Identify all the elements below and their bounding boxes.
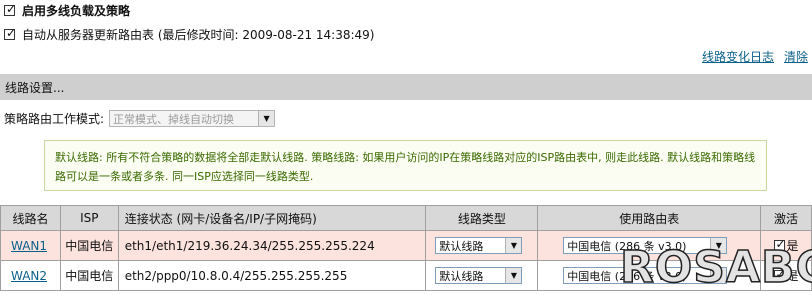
status-cell: eth1/eth1/219.36.24.34/255.255.255.224 [117, 230, 427, 261]
section-title: 线路设置... [5, 80, 65, 95]
chevron-down-icon: ▼ [258, 111, 275, 126]
line-type-value: 默认线路 [439, 239, 484, 253]
table-header-row: 线路名 ISP 连接状态 (网卡/设备名/IP/子网掩码) 线路类型 使用路由表… [0, 205, 812, 231]
chevron-down-icon: ▼ [505, 268, 522, 283]
policy-mode-label: 策略路由工作模式: [4, 112, 105, 126]
line-type-value: 默认线路 [439, 269, 484, 283]
policy-mode-select[interactable]: 正常模式、掉线自动切换 ▼ [109, 110, 276, 127]
status-cell: eth2/ppp0/10.8.0.4/255.255.255.255 [117, 260, 427, 291]
policy-mode-value: 正常模式、掉线自动切换 [113, 112, 235, 126]
enable-multiline-label: 启用多线负载及策略 [22, 4, 131, 18]
line-type-select[interactable]: 默认线路 ▼ [435, 267, 523, 284]
line-change-log-link[interactable]: 线路变化日志 [702, 48, 774, 65]
enable-multiline-option: ✓ 启用多线负载及策略 [4, 2, 130, 19]
isp-cell: 中国电信 [59, 260, 119, 291]
enable-multiline-checkbox[interactable]: ✓ [4, 2, 16, 16]
routing-note-text: 默认线路: 所有不符合策略的数据将全部走默认线路. 策略线路: 如果用户访问的I… [55, 151, 756, 183]
top-links: 线路变化日志 清除 [702, 48, 808, 65]
wan1-link[interactable]: WAN1 [11, 239, 47, 253]
line-settings-section-bar: 线路设置... [0, 74, 812, 100]
auto-update-label: 自动从服务器更新路由表 (最后修改时间: 2009-08-21 14:38:49… [22, 28, 375, 42]
header-active: 激活 [760, 205, 812, 231]
chevron-down-icon: ▼ [505, 238, 522, 253]
header-isp: ISP [59, 205, 119, 231]
wan2-link[interactable]: WAN2 [11, 269, 47, 283]
header-line-type: 线路类型 [425, 205, 539, 231]
header-line-name: 线路名 [0, 205, 61, 231]
header-route-table: 使用路由表 [537, 205, 762, 231]
clear-link[interactable]: 清除 [784, 48, 808, 65]
line-type-select[interactable]: 默认线路 ▼ [435, 237, 523, 254]
auto-update-checkbox[interactable]: ✓ [4, 26, 16, 40]
routing-note: 默认线路: 所有不符合策略的数据将全部走默认线路. 策略线路: 如果用户访问的I… [44, 140, 767, 191]
isp-cell: 中国电信 [59, 230, 119, 261]
auto-update-option: ✓ 自动从服务器更新路由表 (最后修改时间: 2009-08-21 14:38:… [4, 26, 374, 43]
header-connection-status: 连接状态 (网卡/设备名/IP/子网掩码) [117, 205, 427, 231]
policy-mode-row: 策略路由工作模式: 正常模式、掉线自动切换 ▼ [4, 110, 276, 127]
watermark-logo: ROSABC [619, 242, 812, 294]
